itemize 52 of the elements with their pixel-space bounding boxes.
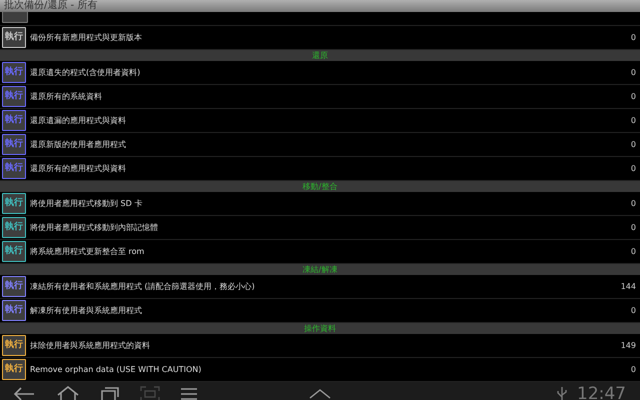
- section-title: 還原: [312, 50, 328, 60]
- section-title: 操作資料: [304, 324, 336, 334]
- task-label: 將使用者應用程式移動到 SD 卡: [30, 198, 144, 209]
- section-title: 凍結/解凍: [302, 264, 338, 274]
- window-title: 批次備份/還原 - 所有: [4, 0, 98, 12]
- run-button[interactable]: 執行: [2, 110, 26, 131]
- app-count: 0: [630, 140, 636, 149]
- task-label: 還原所有的應用程式與資料: [30, 163, 127, 174]
- app-count: 0: [630, 223, 636, 232]
- app-count: 0: [630, 92, 636, 101]
- run-button[interactable]: 執行: [2, 62, 26, 83]
- task-label: 備份所有新應用程式與更新版本: [30, 32, 143, 43]
- app-count: 0: [630, 199, 636, 208]
- task-label: 將使用者應用程式移動到內部記憶體: [30, 222, 159, 233]
- app-count: 0: [630, 247, 636, 256]
- run-button[interactable]: 執行: [2, 241, 26, 262]
- clock-time: 12:47: [577, 384, 626, 400]
- run-button[interactable]: 執行: [2, 86, 26, 107]
- app-count: 0: [630, 33, 636, 42]
- home-icon[interactable]: [56, 386, 80, 400]
- app-count: 144: [620, 282, 636, 291]
- task-label: 解凍所有使用者與系統應用程式: [30, 305, 143, 316]
- caret-icon[interactable]: [309, 389, 331, 399]
- app-count: 0: [630, 116, 636, 125]
- task-label: 還原新版的使用者應用程式: [30, 139, 127, 150]
- app-count: 0: [630, 306, 636, 315]
- task-label: Remove orphan data (USE WITH CAUTION): [30, 365, 202, 374]
- run-button[interactable]: 執行: [2, 300, 26, 321]
- task-label: 還原所有的系統資料: [30, 91, 103, 102]
- run-button[interactable]: 執行: [2, 276, 26, 297]
- task-label: 還原遺失的程式(含使用者資料): [30, 67, 142, 78]
- usb-icon: [557, 386, 567, 400]
- section-title: 移動/整合: [302, 182, 338, 192]
- task-label: 還原遺漏的應用程式與資料: [30, 115, 127, 126]
- run-button[interactable]: [2, 11, 28, 23]
- back-icon[interactable]: [12, 386, 36, 400]
- run-button[interactable]: 執行: [2, 335, 26, 356]
- run-button[interactable]: 執行: [2, 27, 26, 48]
- run-button[interactable]: 執行: [2, 217, 26, 238]
- menu-icon[interactable]: [180, 387, 198, 400]
- run-button[interactable]: 執行: [2, 158, 26, 179]
- recent-apps-icon[interactable]: [100, 386, 120, 400]
- run-button[interactable]: 執行: [2, 193, 26, 214]
- app-count: 149: [620, 341, 636, 350]
- app-count: 0: [630, 164, 636, 173]
- app-count: 0: [630, 365, 636, 374]
- app-count: 0: [630, 68, 636, 77]
- task-label: 將系統應用程式更新整合至 rom: [30, 246, 146, 257]
- run-button[interactable]: 執行: [2, 359, 26, 380]
- task-label: 抹除使用者與系統應用程式的資料: [30, 340, 151, 351]
- task-label: 凍結所有使用者和系統應用程式 (請配合篩選器使用，務必小心): [30, 281, 256, 292]
- run-button[interactable]: 執行: [2, 134, 26, 155]
